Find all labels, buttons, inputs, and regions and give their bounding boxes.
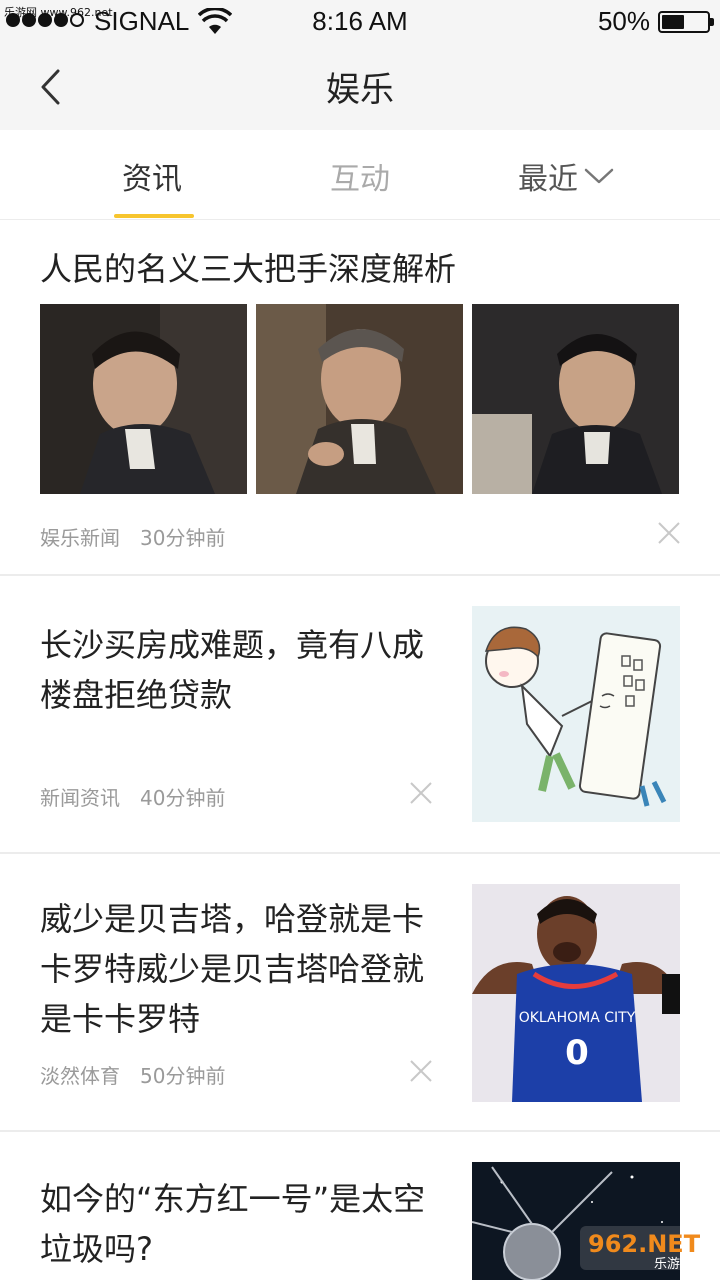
chevron-down-icon [584,168,614,184]
status-bar: SIGNAL 8:16 AM 50% 乐游网 www.962.net [0,0,720,44]
dismiss-icon[interactable] [408,780,434,806]
nav-bar: 娱乐 [0,44,720,130]
article-photo: OKLAHOMA CITY 0 [472,884,680,1102]
article-photo [472,304,679,494]
article-item[interactable]: 人民的名义三大把手深度解析 娱乐新闻 30分钟前 [0,222,720,574]
watermark-top-text: 乐游网 www.962.net [4,6,113,19]
tab-interact[interactable]: 互动 [330,154,390,198]
jersey-text: OKLAHOMA CITY [519,1010,636,1026]
article-item[interactable]: 威少是贝吉塔，哈登就是卡卡罗特威少是贝吉塔哈登就是卡卡罗特 淡然体育 50分钟前 … [0,854,720,1130]
tab-bar: 资讯 互动 最近 [0,130,720,220]
article-title: 威少是贝吉塔，哈登就是卡卡罗特威少是贝吉塔哈登就是卡卡罗特 [40,900,425,1038]
article-title: 如今的“东方红一号”是太空垃圾吗? [40,1180,426,1268]
dismiss-icon[interactable] [656,520,682,546]
article-time: 40分钟前 [140,786,226,810]
article-source: 娱乐新闻 [40,526,120,550]
article-illustration [472,606,680,822]
tab-news[interactable]: 资讯 [122,154,182,198]
battery-fill [662,15,684,29]
article-title: 人民的名义三大把手深度解析 [40,250,457,288]
article-item[interactable]: 长沙买房成难题，竟有八成楼盘拒绝贷款 新闻资讯 40分钟前 [0,576,720,852]
article-time: 50分钟前 [140,1064,226,1088]
article-photo [40,304,247,494]
article-title: 长沙买房成难题，竟有八成楼盘拒绝贷款 [40,626,425,714]
article-source: 新闻资讯 [40,786,120,810]
article-meta: 淡然体育 50分钟前 [40,1060,225,1089]
tab-recent-label: 最近 [518,162,578,197]
battery-icon [658,11,714,33]
tab-recent[interactable]: 最近 [518,154,614,198]
article-time: 30分钟前 [140,526,226,550]
article-meta: 新闻资讯 40分钟前 [40,782,225,811]
active-tab-indicator [114,214,194,218]
article-meta: 娱乐新闻 30分钟前 [40,522,225,551]
jersey-number: 0 [565,1033,589,1073]
article-thumbnails [40,304,679,494]
battery-percent: 50% [597,6,650,36]
article-photo [256,304,463,494]
dismiss-icon[interactable] [408,1058,434,1084]
watermark-logo: 962.NET 乐游网 [580,1226,714,1272]
watermark-sub: 乐游网 [654,1257,693,1272]
watermark-brand: 962.NET [588,1230,701,1258]
page-title: 娱乐 [326,70,394,110]
article-source: 淡然体育 [40,1064,120,1088]
